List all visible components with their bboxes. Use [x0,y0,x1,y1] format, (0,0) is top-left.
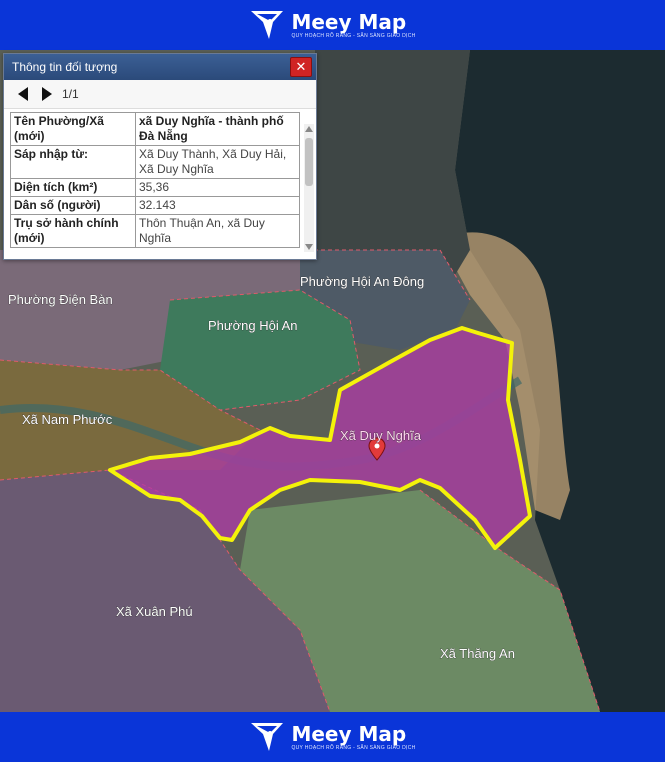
close-icon: ✕ [295,59,307,74]
table-scrollbar[interactable] [304,124,314,252]
row-key: Tên Phường/Xã (mới) [10,112,136,146]
label-nam-phuoc: Xã Nam Phước [22,412,113,427]
panel-header: Thông tin đối tượng ✕ [4,54,316,80]
row-value: Xã Duy Thành, Xã Duy Hải, Xã Duy Nghĩa [135,145,300,179]
table-row: Dân số (người) 32.143 [10,196,300,215]
row-value: Thôn Thuận An, xã Duy Nghĩa [135,214,300,248]
label-hoi-an-dong: Phường Hội An Đông [300,274,424,289]
brand-name: Meey Map [291,10,407,34]
object-info-panel: Thông tin đối tượng ✕ 1/1 Tên Phường/Xã … [3,53,317,260]
label-xuan-phu: Xã Xuân Phú [116,604,193,619]
info-table-wrap[interactable]: Tên Phường/Xã (mới) xã Duy Nghĩa - thành… [10,112,300,256]
table-row: Diện tích (km²) 35,36 [10,178,300,197]
brand-logo[interactable]: Meey Map QUY HOẠCH RÕ RÀNG - SẴN SÀNG GI… [249,8,415,42]
row-key: Trụ sở hành chính (mới) [10,214,136,248]
top-banner: Meey Map QUY HOẠCH RÕ RÀNG - SẴN SÀNG GI… [0,0,665,50]
pager: 1/1 [4,80,316,109]
row-key: Diện tích (km²) [10,178,136,197]
close-button[interactable]: ✕ [290,57,312,77]
label-thang-an: Xã Thăng An [440,646,515,661]
meey-logo-icon [251,11,284,39]
pager-count: 1/1 [62,87,79,101]
next-arrow-icon [42,87,52,101]
table-row: Trụ sở hành chính (mới) Thôn Thuận An, x… [10,214,300,248]
row-value: 35,36 [135,178,300,197]
row-value: xã Duy Nghĩa - thành phố Đà Nẵng [135,112,300,146]
table-row: Sáp nhập từ: Xã Duy Thành, Xã Duy Hải, X… [10,145,300,179]
bottom-banner: Meey Map QUY HOẠCH RÕ RÀNG - SẴN SÀNG GI… [0,712,665,762]
brand-name: Meey Map [291,722,407,746]
prev-button[interactable] [14,85,32,103]
brand-tagline: QUY HOẠCH RÕ RÀNG - SẴN SÀNG GIAO DỊCH [291,33,416,39]
next-button[interactable] [38,85,56,103]
scroll-up-icon[interactable] [305,126,313,132]
scroll-down-icon[interactable] [305,244,313,250]
row-key: Sáp nhập từ: [10,145,136,179]
label-hoi-an: Phường Hội An [208,318,298,333]
brand-tagline: QUY HOẠCH RÕ RÀNG - SẴN SÀNG GIAO DỊCH [291,745,416,751]
label-duy-nghia: Xã Duy Nghĩa [340,428,422,443]
brand-logo-bottom[interactable]: Meey Map QUY HOẠCH RÕ RÀNG - SẴN SÀNG GI… [249,720,415,754]
label-dien-ban: Phường Điện Bàn [8,292,113,307]
row-value: 32.143 [135,196,300,215]
table-row: Tên Phường/Xã (mới) xã Duy Nghĩa - thành… [10,112,300,146]
prev-arrow-icon [18,87,28,101]
panel-title: Thông tin đối tượng [12,60,118,74]
row-key: Dân số (người) [10,196,136,215]
info-table: Tên Phường/Xã (mới) xã Duy Nghĩa - thành… [10,112,300,248]
meey-logo-icon [251,723,284,751]
scroll-thumb[interactable] [305,138,313,186]
